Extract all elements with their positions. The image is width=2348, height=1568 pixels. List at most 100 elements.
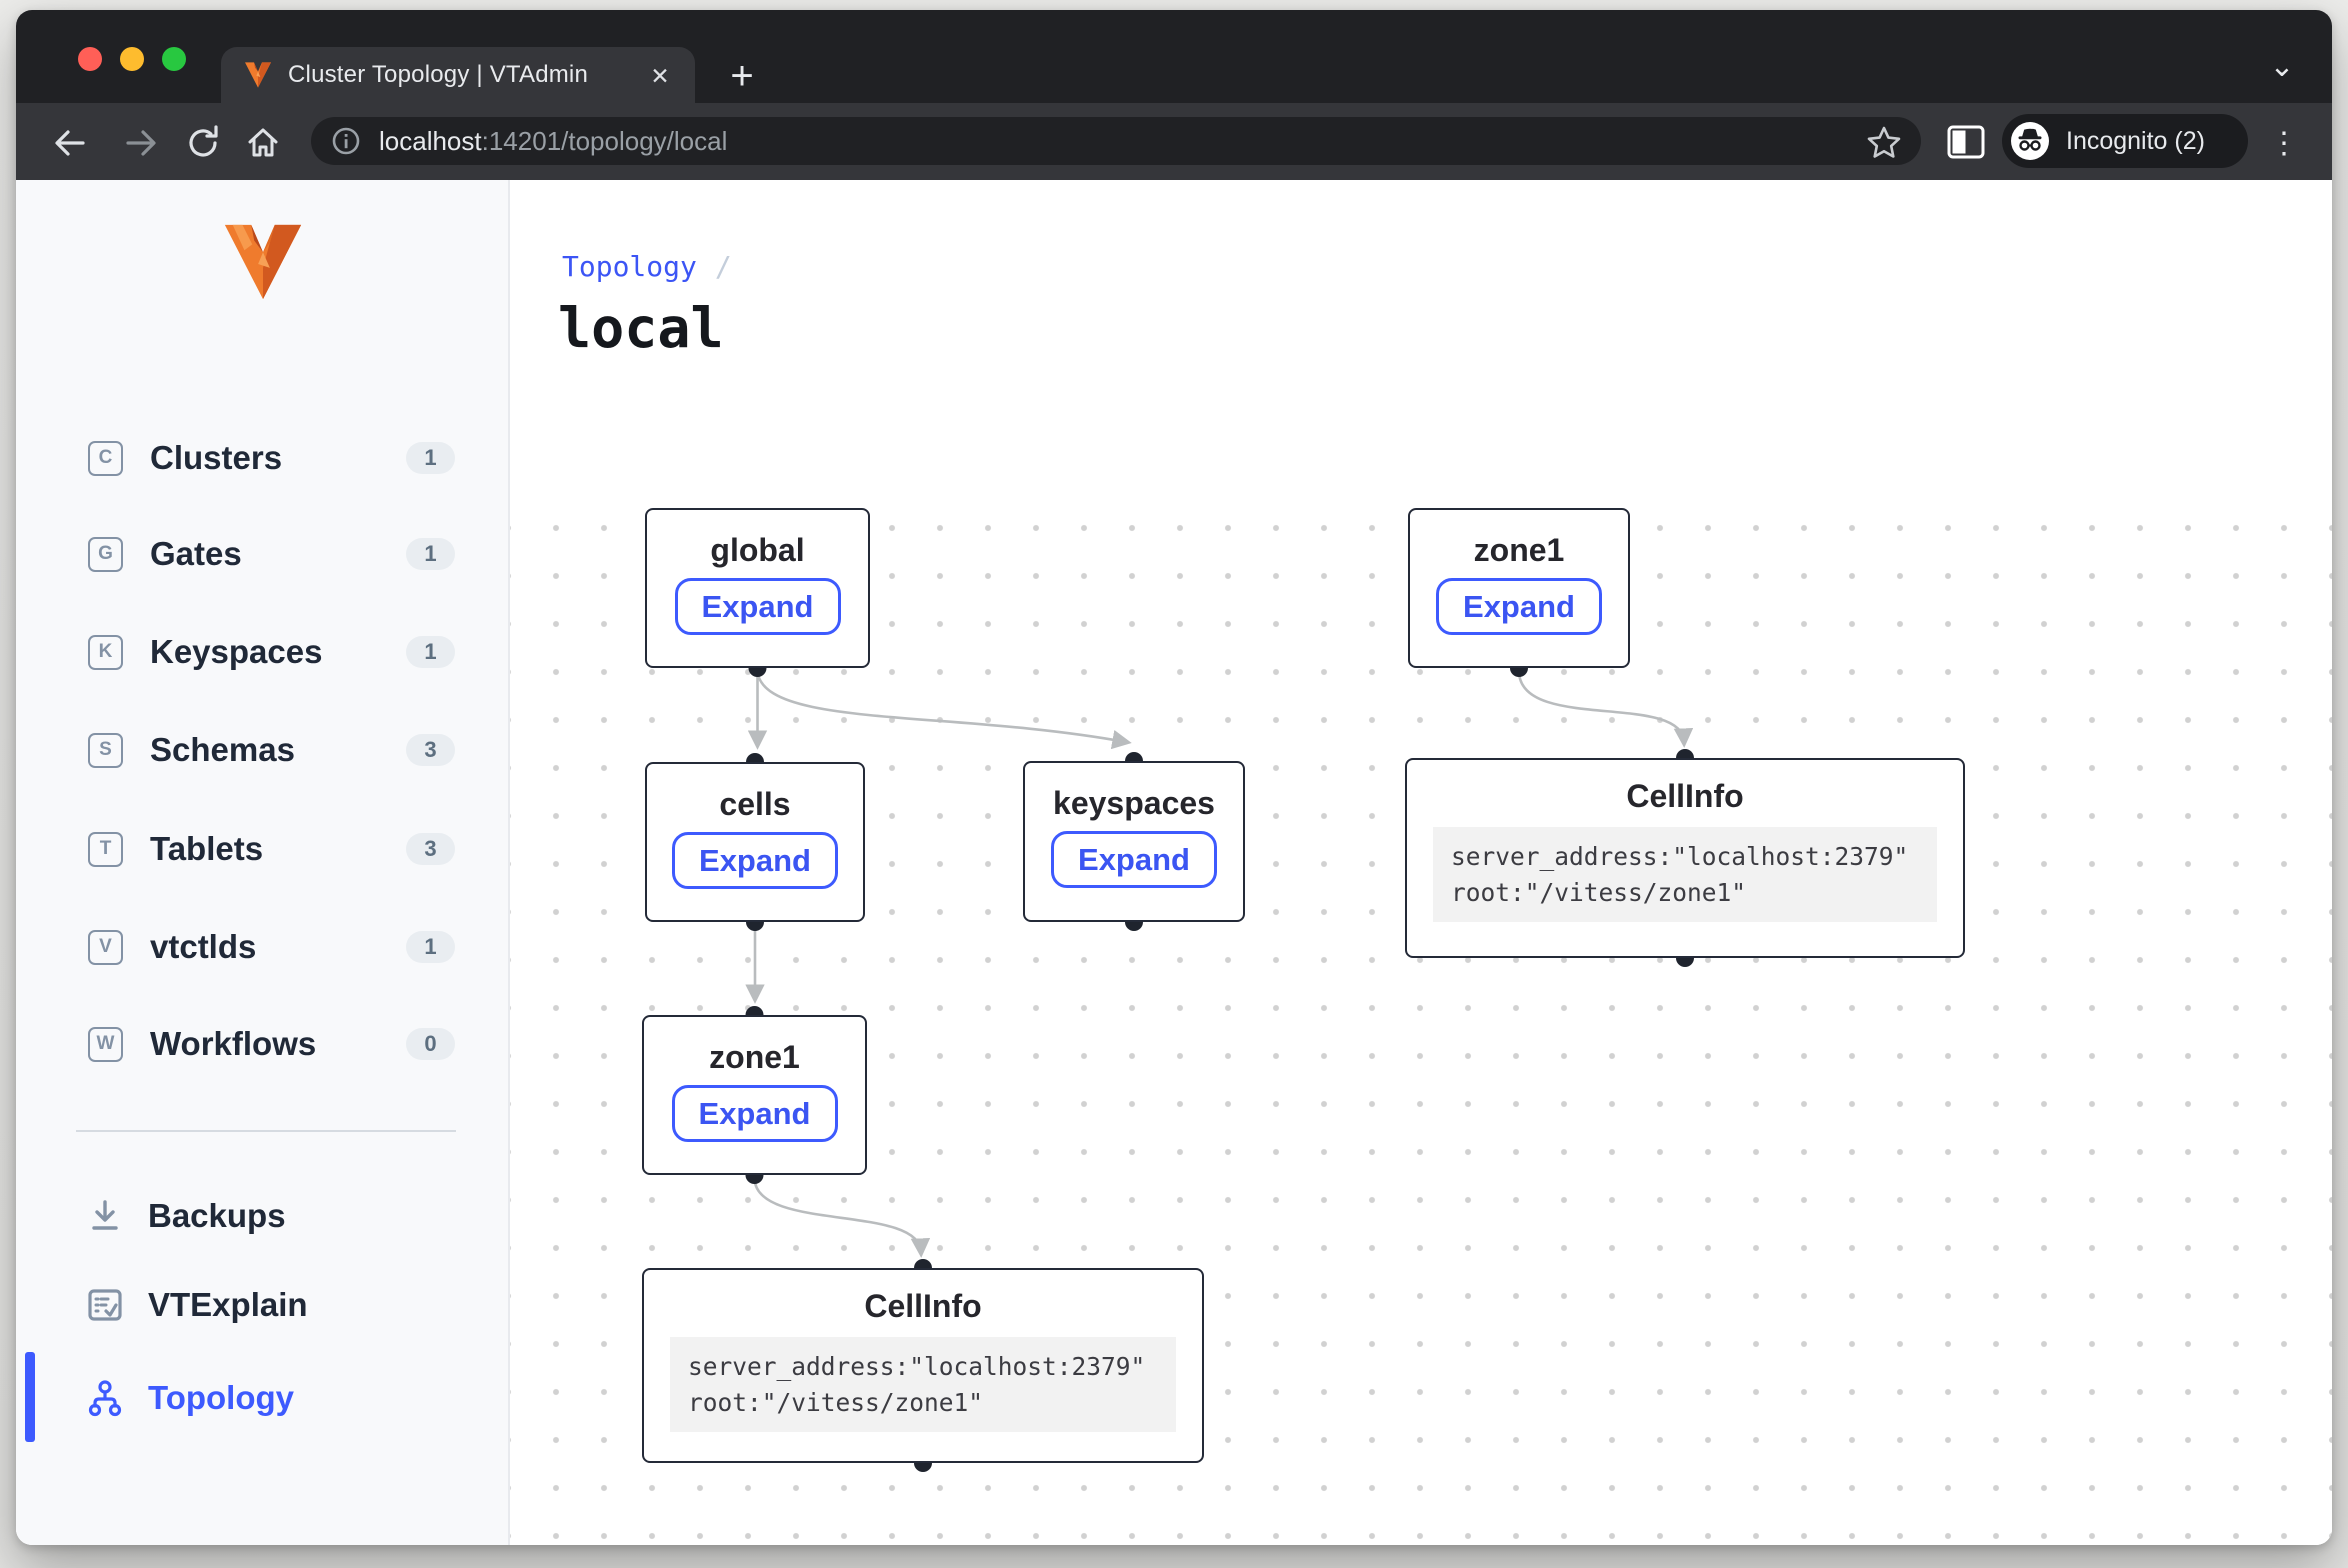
edge-zone1-cellinfo-bottom — [755, 1179, 922, 1252]
sidebar-item-tablets[interactable]: T Tablets 3 — [16, 818, 508, 880]
sidebar-item-label: Backups — [148, 1197, 286, 1235]
count-badge: 0 — [406, 1028, 455, 1060]
vitess-favicon-icon — [243, 60, 273, 90]
window-close-button[interactable] — [78, 47, 102, 71]
gates-letter-icon: G — [88, 537, 123, 572]
tab-search-chevron-icon[interactable]: ⌄ — [2259, 46, 2305, 86]
sidebar-divider — [76, 1130, 456, 1132]
vitess-logo — [219, 222, 307, 302]
bookmark-button[interactable] — [1864, 123, 1904, 163]
node-keyspaces[interactable]: keyspaces Expand — [1023, 761, 1245, 922]
keyspaces-letter-icon: K — [88, 635, 123, 670]
url-text: localhost:14201/topology/local — [379, 126, 727, 157]
workflows-letter-icon: W — [88, 1027, 123, 1062]
site-info-icon[interactable] — [331, 126, 361, 156]
topology-page: Topology/ local — [510, 180, 2332, 1545]
tab-strip: Cluster Topology | VTAdmin ✕ + ⌄ — [16, 10, 2332, 103]
node-title: CellInfo — [1407, 778, 1963, 815]
expand-button[interactable]: Expand — [672, 1085, 838, 1142]
sidebar-item-clusters[interactable]: C Clusters 1 — [16, 427, 508, 489]
count-badge: 1 — [406, 442, 455, 474]
sidebar-item-schemas[interactable]: S Schemas 3 — [16, 719, 508, 781]
home-button[interactable] — [241, 121, 285, 165]
incognito-icon — [2010, 121, 2050, 161]
node-cellinfo-bottom[interactable]: CellInfo server_address:"localhost:2379"… — [642, 1268, 1204, 1463]
sidebar-item-vtexplain[interactable]: VTExplain — [16, 1274, 508, 1336]
side-panel-icon — [1946, 124, 1986, 160]
sidebar-item-keyspaces[interactable]: K Keyspaces 1 — [16, 621, 508, 683]
profile-badge[interactable]: Incognito (2) — [2002, 114, 2248, 168]
code-line: server_address:"localhost:2379" — [1451, 839, 1919, 875]
expand-button[interactable]: Expand — [675, 578, 841, 635]
url-path: :14201/topology/local — [482, 126, 728, 156]
count-badge: 1 — [406, 636, 455, 668]
code-line: server_address:"localhost:2379" — [688, 1349, 1158, 1385]
sidebar-item-gates[interactable]: G Gates 1 — [16, 523, 508, 585]
sidebar-item-label: Workflows — [150, 1025, 316, 1063]
node-zone1-top[interactable]: zone1 Expand — [1408, 508, 1630, 668]
count-badge: 3 — [406, 734, 455, 766]
node-zone1-lower[interactable]: zone1 Expand — [642, 1015, 867, 1175]
url-host: localhost — [379, 126, 482, 156]
node-title: zone1 — [1410, 532, 1628, 569]
window-zoom-button[interactable] — [162, 47, 186, 71]
vtctlds-letter-icon: V — [88, 930, 123, 965]
screenshot-root: { "browser": { "tab_title": "Cluster Top… — [0, 0, 2348, 1568]
tab-close-icon[interactable]: ✕ — [645, 61, 675, 91]
window-minimize-button[interactable] — [120, 47, 144, 71]
sidebar: C Clusters 1 G Gates 1 K Keyspaces 1 S S… — [16, 180, 510, 1545]
browser-toolbar: localhost:14201/topology/local Inc — [16, 103, 2332, 180]
node-title: global — [647, 532, 868, 569]
count-badge: 3 — [406, 833, 455, 865]
reload-button[interactable] — [181, 121, 225, 165]
topology-nodes-icon — [86, 1379, 124, 1417]
code-line: root:"/vitess/zone1" — [688, 1385, 1158, 1421]
browser-menu-button[interactable]: ⋮ — [2264, 121, 2304, 165]
forward-button[interactable] — [120, 121, 164, 165]
cellinfo-code-block: server_address:"localhost:2379" root:"/v… — [670, 1337, 1176, 1432]
sidebar-item-label: Gates — [150, 535, 242, 573]
sidebar-item-label: Topology — [148, 1379, 294, 1417]
back-arrow-icon — [49, 123, 89, 163]
node-global[interactable]: global Expand — [645, 508, 870, 668]
node-title: zone1 — [644, 1039, 865, 1076]
new-tab-button[interactable]: + — [719, 53, 765, 99]
sidebar-item-backups[interactable]: Backups — [16, 1185, 508, 1247]
home-icon — [243, 123, 283, 163]
browser-window: Cluster Topology | VTAdmin ✕ + ⌄ — [16, 10, 2332, 1545]
sidebar-item-topology[interactable]: Topology — [16, 1367, 508, 1429]
incognito-label: Incognito (2) — [2066, 127, 2205, 156]
cellinfo-code-block: server_address:"localhost:2379" root:"/v… — [1433, 827, 1937, 922]
sidebar-item-label: VTExplain — [148, 1286, 308, 1324]
node-title: keyspaces — [1025, 785, 1243, 822]
node-title: cells — [647, 786, 863, 823]
forward-arrow-icon — [122, 123, 162, 163]
sidebar-item-label: Clusters — [150, 439, 282, 477]
expand-button[interactable]: Expand — [1051, 831, 1217, 888]
code-line: root:"/vitess/zone1" — [1451, 875, 1919, 911]
schemas-letter-icon: S — [88, 733, 123, 768]
sidebar-item-label: Schemas — [150, 731, 295, 769]
vtexplain-doc-icon — [86, 1286, 124, 1324]
expand-button[interactable]: Expand — [1436, 578, 1602, 635]
sidebar-item-label: Tablets — [150, 830, 263, 868]
side-panel-button[interactable] — [1946, 124, 1986, 160]
back-button[interactable] — [47, 121, 91, 165]
sidebar-item-label: Keyspaces — [150, 633, 322, 671]
sidebar-item-label: vtctlds — [150, 928, 256, 966]
edge-zone1-cellinfo-right — [1519, 672, 1684, 742]
sidebar-item-workflows[interactable]: W Workflows 0 — [16, 1013, 508, 1075]
reload-icon — [183, 123, 223, 163]
count-badge: 1 — [406, 538, 455, 570]
count-badge: 1 — [406, 931, 455, 963]
address-bar[interactable]: localhost:14201/topology/local — [311, 117, 1921, 165]
expand-button[interactable]: Expand — [672, 832, 838, 889]
app-body: C Clusters 1 G Gates 1 K Keyspaces 1 S S… — [16, 180, 2332, 1545]
node-cellinfo-right[interactable]: CellInfo server_address:"localhost:2379"… — [1405, 758, 1965, 958]
clusters-letter-icon: C — [88, 441, 123, 476]
node-title: CellInfo — [644, 1288, 1202, 1325]
browser-tab[interactable]: Cluster Topology | VTAdmin ✕ — [221, 47, 695, 103]
active-nav-indicator — [25, 1352, 35, 1442]
node-cells[interactable]: cells Expand — [645, 762, 865, 922]
sidebar-item-vtctlds[interactable]: V vtctlds 1 — [16, 916, 508, 978]
